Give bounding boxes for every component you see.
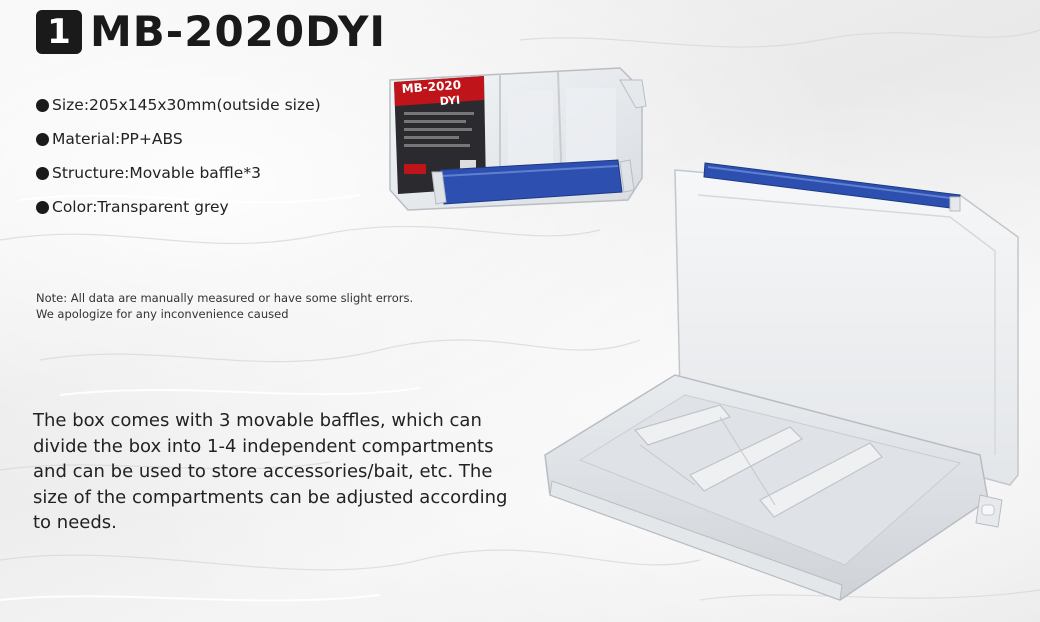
spec-structure: Structure:Movable baffle*3: [36, 156, 321, 190]
spec-color: Color:Transparent grey: [36, 190, 321, 224]
title-row: 1 MB-2020DYI: [36, 10, 386, 54]
label-suffix: DYI: [439, 94, 460, 108]
spec-size: Size:205x145x30mm(outside size): [36, 88, 321, 122]
disclaimer-note: Note: All data are manually measured or …: [36, 291, 414, 321]
bullet-icon: [36, 98, 49, 112]
spec-list: Size:205x145x30mm(outside size) Material…: [36, 88, 321, 224]
spec-structure-text: Structure:Movable baffle*3: [52, 164, 261, 182]
bullet-icon: [36, 166, 49, 180]
spec-size-text: Size:205x145x30mm(outside size): [52, 96, 321, 114]
product-description: The box comes with 3 movable baffles, wh…: [33, 410, 508, 533]
spec-material-text: Material:PP+ABS: [52, 130, 183, 148]
model-title: MB-2020DYI: [90, 7, 386, 56]
spec-color-text: Color:Transparent grey: [52, 198, 229, 216]
spec-material: Material:PP+ABS: [36, 122, 321, 156]
bullet-icon: [36, 132, 49, 146]
open-box-image: [544, 162, 1019, 601]
number-badge: 1: [36, 10, 82, 54]
bullet-icon: [36, 200, 49, 214]
